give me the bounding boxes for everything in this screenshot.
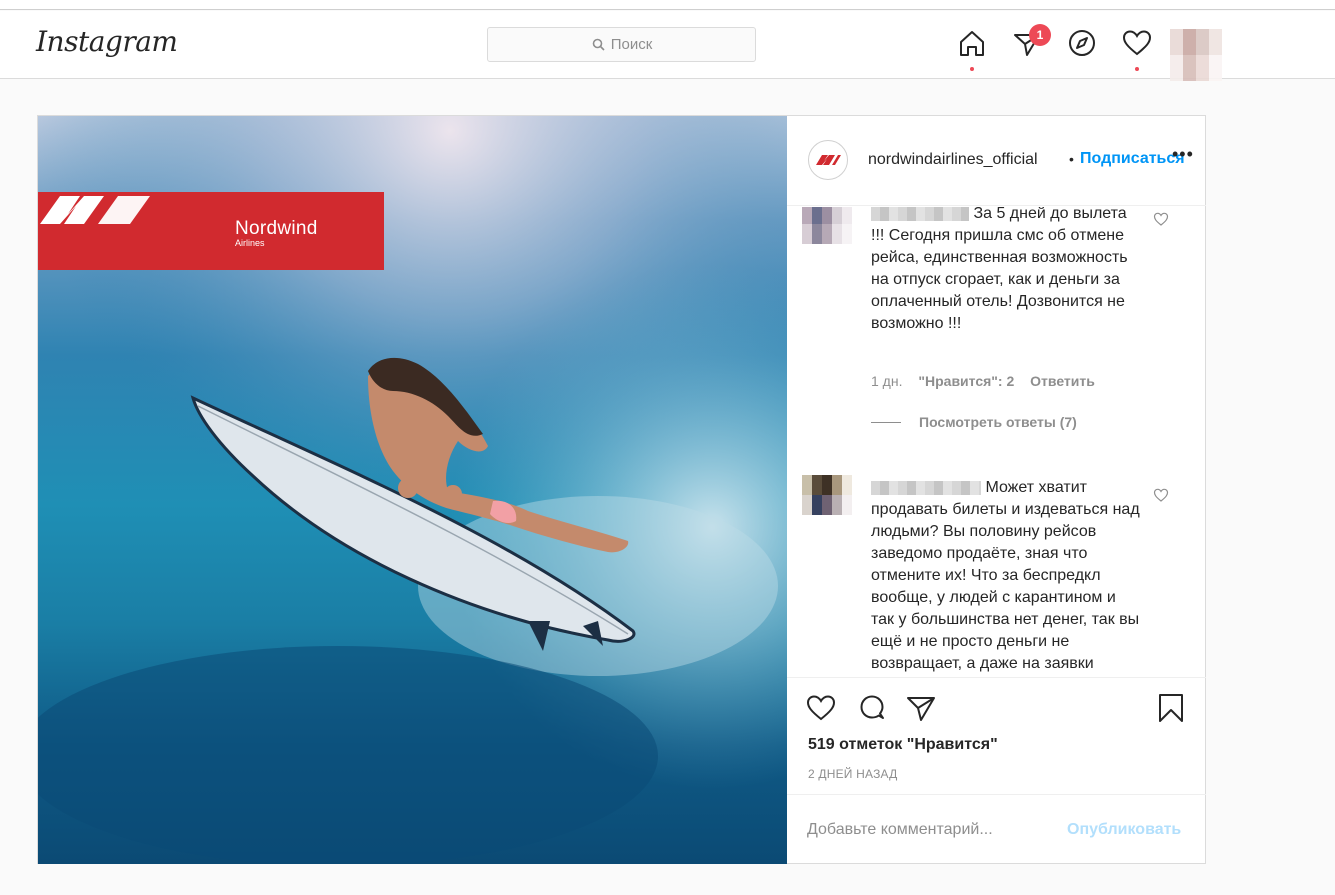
search-icon xyxy=(591,37,607,53)
commenter-avatar[interactable] xyxy=(802,207,852,244)
compass-icon xyxy=(1069,30,1095,56)
home-button[interactable] xyxy=(956,27,988,71)
view-replies-button[interactable]: Посмотреть ответы (7) xyxy=(871,414,1077,430)
reply-button[interactable]: Ответить xyxy=(1030,373,1095,389)
follow-button[interactable]: Подписаться xyxy=(1080,150,1185,168)
bookmark-icon[interactable] xyxy=(1155,692,1187,724)
header-separator: • xyxy=(1069,151,1074,167)
likes-count[interactable]: 519 отметок "Нравится" xyxy=(808,736,998,754)
home-icon xyxy=(960,31,984,56)
nordwind-logo-icon xyxy=(40,196,150,224)
publish-button[interactable]: Опубликовать xyxy=(1067,821,1181,839)
comment-like-icon[interactable] xyxy=(1153,487,1169,503)
comment-age: 1 дн. xyxy=(871,373,903,389)
comment-text: Может хватит продавать билеты и издевать… xyxy=(871,479,1140,672)
activity-button[interactable] xyxy=(1121,27,1153,71)
search-placeholder: Поиск xyxy=(610,36,653,53)
browser-top-edge xyxy=(0,0,1335,10)
post-photo[interactable]: Nordwind Airlines xyxy=(38,116,787,864)
comment-body: Может хватит продавать билеты и издевать… xyxy=(871,477,1143,675)
comment-meta: 1 дн. "Нравится": 2 Ответить xyxy=(871,373,1107,389)
comment-like-icon[interactable] xyxy=(1153,211,1169,227)
share-icon[interactable] xyxy=(905,692,937,724)
comment-input[interactable] xyxy=(807,817,1057,843)
activity-notification-dot xyxy=(1135,67,1139,71)
account-username[interactable]: nordwindairlines_official xyxy=(868,151,1038,169)
more-options-button[interactable]: ••• xyxy=(1172,144,1194,165)
post-sidebar: nordwindairlines_official • Подписаться … xyxy=(787,116,1206,864)
brand-name: Nordwind xyxy=(235,218,318,239)
commenter-username-blurred[interactable] xyxy=(871,480,981,495)
top-navbar: Instagram Поиск 1 xyxy=(0,11,1335,81)
post-timestamp[interactable]: 2 ДНЕЙ НАЗАД xyxy=(808,767,897,781)
post-card: Nordwind Airlines nordwindairlines_offic… xyxy=(37,115,1206,864)
commenter-avatar[interactable] xyxy=(802,475,852,515)
view-replies-label: Посмотреть ответы (7) xyxy=(919,414,1077,430)
explore-button[interactable] xyxy=(1066,27,1098,59)
profile-avatar[interactable] xyxy=(1170,29,1222,81)
heart-icon xyxy=(1122,30,1152,56)
direct-badge: 1 xyxy=(1029,24,1051,46)
direct-button[interactable]: 1 xyxy=(1011,24,1051,59)
nordwind-avatar-icon xyxy=(816,155,841,165)
home-notification-dot xyxy=(970,67,974,71)
post-header: nordwindairlines_official • Подписаться … xyxy=(787,116,1206,206)
like-icon[interactable] xyxy=(805,692,837,724)
replies-divider xyxy=(871,421,901,423)
nordwind-banner: Nordwind Airlines xyxy=(38,192,384,270)
comment-icon[interactable] xyxy=(856,692,888,724)
account-avatar[interactable] xyxy=(808,140,848,180)
add-comment-section: Опубликовать xyxy=(787,794,1206,864)
commenter-username-blurred[interactable] xyxy=(871,207,969,221)
comment-body: За 5 дней до вылета !!! Сегодня пришла с… xyxy=(871,207,1143,335)
brand-subtitle: Airlines xyxy=(235,238,265,248)
instagram-logo[interactable]: Instagram xyxy=(36,25,178,58)
comment-text: За 5 дней до вылета !!! Сегодня пришла с… xyxy=(871,207,1128,332)
comment-likes[interactable]: "Нравится": 2 xyxy=(918,373,1014,389)
comments-list[interactable]: За 5 дней до вылета !!! Сегодня пришла с… xyxy=(787,207,1206,676)
search-box[interactable]: Поиск xyxy=(487,27,756,62)
post-actions: 519 отметок "Нравится" 2 ДНЕЙ НАЗАД xyxy=(787,677,1206,795)
